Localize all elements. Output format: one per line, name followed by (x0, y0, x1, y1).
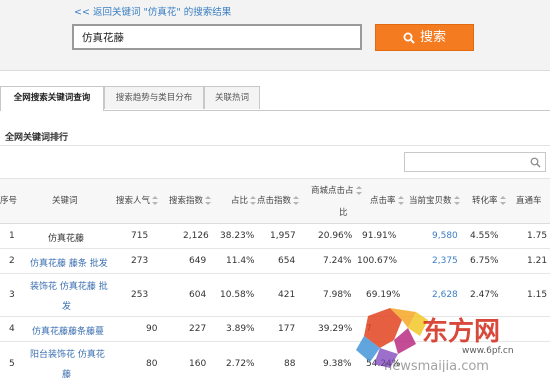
row-keyword-line2[interactable]: 发 (62, 299, 71, 312)
row-index: 3 (9, 290, 15, 300)
sort-icon[interactable] (152, 195, 159, 205)
header-current-items[interactable]: 当前宝贝数 (409, 194, 460, 206)
header-index: 序号 (0, 196, 18, 206)
bull-logo-icon: 东方网 www.6pf.cn newsmaijia.com (356, 308, 514, 374)
row-conversion: 2.47% (470, 290, 499, 300)
sort-icon[interactable] (355, 185, 362, 195)
table-row: 1 仿真花藤 715 2,126 38.23% 1,957 20.96% 91.… (0, 223, 550, 249)
row-index: 1 (9, 231, 15, 241)
row-through: 1.75 (527, 231, 548, 241)
row-share: 38.23% (220, 231, 255, 241)
tab-bar: 全网搜索关键词查询 搜索趋势与类目分布 关联热词 (0, 86, 550, 111)
tab-related-words[interactable]: 关联热词 (204, 86, 260, 109)
sort-icon[interactable] (205, 195, 212, 205)
header-mall-click-line2: 比 (339, 208, 348, 218)
tab-trend-category[interactable]: 搜索趋势与类目分布 (104, 86, 204, 109)
row-popularity: 253 (131, 290, 149, 300)
section-title: 全网关键词排行 (5, 133, 69, 143)
row-click-index: 88 (284, 359, 296, 369)
row-popularity: 273 (131, 256, 149, 266)
row-ctr: 69.19% (366, 290, 401, 300)
search-icon (403, 32, 415, 44)
header-search-index[interactable]: 搜索指数 (169, 194, 212, 206)
watermark-logo: 东方网 www.6pf.cn newsmaijia.com (350, 306, 550, 374)
row-click-index: 1,957 (270, 231, 296, 241)
watermark-site: www.6pf.cn (462, 346, 514, 356)
search-button[interactable]: 搜索 (375, 24, 474, 51)
row-search-index: 160 (189, 359, 207, 369)
row-keyword[interactable]: 仿真花藤 藤条 批发 (30, 256, 108, 269)
header-conversion[interactable]: 转化率 (472, 194, 506, 206)
row-search-index: 604 (189, 290, 207, 300)
row-share: 11.4% (226, 256, 255, 266)
row-search-index: 2,126 (183, 231, 209, 241)
table-header: 序号 关键词 搜索人气 搜索指数 占比 点击指数 商城点击占 比 点击率 当前宝… (0, 178, 550, 224)
header-click-index-label: 点击指数 (257, 196, 292, 206)
header-conversion-label: 转化率 (472, 196, 498, 206)
row-mall-click: 7.98% (323, 290, 352, 300)
row-search-index: 227 (189, 324, 207, 334)
row-items[interactable]: 2,628 (432, 290, 458, 300)
header-search-index-label: 搜索指数 (169, 196, 204, 206)
row-through: 1.21 (527, 256, 548, 266)
row-click-index: 654 (278, 256, 296, 266)
row-keyword[interactable]: 阳台装饰花 仿真花 (30, 347, 105, 360)
row-search-index: 649 (189, 256, 207, 266)
row-through: 1.15 (527, 290, 548, 300)
header-click-index[interactable]: 点击指数 (257, 194, 300, 206)
row-share: 10.58% (220, 290, 255, 300)
header-ctr-label: 点击率 (370, 196, 396, 206)
row-conversion: 6.75% (470, 256, 499, 266)
row-items[interactable]: 2,375 (432, 256, 458, 266)
row-ctr: 100.67% (357, 256, 398, 266)
sort-icon[interactable] (250, 195, 257, 205)
sort-icon[interactable] (293, 195, 300, 205)
header-ctr[interactable]: 点击率 (370, 194, 404, 206)
header-through: 直通车 (516, 196, 542, 206)
row-click-index: 177 (278, 324, 296, 334)
row-keyword[interactable]: 装饰花 仿真花藤 批 (30, 279, 108, 292)
sort-icon[interactable] (453, 195, 460, 205)
search-input[interactable] (72, 24, 362, 50)
watermark-brand: 东方网 (422, 316, 500, 347)
row-mall-click: 7.24% (323, 256, 352, 266)
table-row: 2 仿真花藤 藤条 批发 273 649 11.4% 654 7.24% 100… (0, 249, 550, 274)
header-popularity[interactable]: 搜索人气 (116, 194, 159, 206)
header-keyword: 关键词 (52, 196, 78, 206)
magnifier-icon[interactable] (530, 157, 541, 168)
header-share[interactable]: 占比 (231, 194, 257, 206)
row-mall-click: 9.38% (323, 359, 352, 369)
table-filter-input[interactable] (404, 152, 546, 172)
row-popularity: 80 (146, 359, 158, 369)
row-share: 2.72% (226, 359, 255, 369)
row-mall-click: 20.96% (318, 231, 353, 241)
back-to-results-link[interactable]: << 返回关键词 "仿真花" 的搜索结果 (74, 4, 231, 18)
row-keyword[interactable]: 仿真花藤藤条藤蔓 (32, 324, 104, 337)
watermark-domain: newsmaijia.com (384, 359, 489, 372)
row-index: 2 (9, 256, 15, 266)
row-keyword[interactable]: 仿真花藤 (48, 231, 84, 244)
row-click-index: 421 (278, 290, 296, 300)
row-index: 5 (9, 359, 15, 369)
header-mall-click-label: 商城点击占 (311, 186, 354, 196)
search-header: << 返回关键词 "仿真花" 的搜索结果 搜索 (0, 0, 550, 71)
header-mall-click[interactable]: 商城点击占 (311, 184, 362, 196)
row-popularity: 90 (146, 324, 158, 334)
sort-icon[interactable] (499, 195, 506, 205)
sort-icon[interactable] (397, 195, 404, 205)
divider (0, 145, 550, 146)
row-popularity: 715 (131, 231, 149, 241)
row-items[interactable]: 9,580 (432, 231, 458, 241)
header-popularity-label: 搜索人气 (116, 196, 151, 206)
row-ctr: 91.91% (362, 231, 397, 241)
header-current-items-label: 当前宝贝数 (409, 196, 452, 206)
search-button-label: 搜索 (419, 30, 446, 45)
tab-keyword-query[interactable]: 全网搜索关键词查询 (0, 86, 104, 111)
header-share-label: 占比 (231, 196, 249, 206)
row-keyword-line2[interactable]: 藤 (62, 367, 71, 380)
row-share: 3.89% (226, 324, 255, 334)
row-conversion: 4.55% (470, 231, 499, 241)
row-mall-click: 39.29% (318, 324, 353, 334)
row-index: 4 (9, 324, 15, 334)
